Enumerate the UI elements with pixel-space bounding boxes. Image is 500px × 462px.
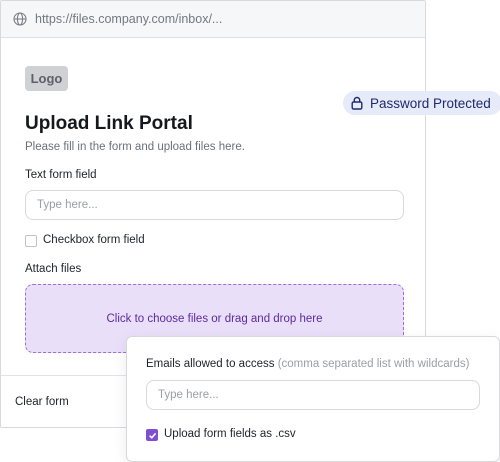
emails-label: Emails allowed to access (comma separate… bbox=[146, 358, 469, 370]
form-checkbox[interactable] bbox=[25, 235, 37, 247]
emails-hint: (comma separated list with wildcards) bbox=[277, 358, 470, 370]
password-protected-badge: Password Protected bbox=[343, 91, 500, 115]
csv-label: Upload form fields as .csv bbox=[164, 428, 296, 440]
badge-label: Password Protected bbox=[370, 95, 491, 111]
access-settings-panel: Emails allowed to access (comma separate… bbox=[126, 336, 500, 462]
logo: Logo bbox=[25, 66, 68, 91]
emails-input[interactable] bbox=[146, 380, 480, 410]
text-field-label: Text form field bbox=[25, 169, 97, 181]
checkmark-icon bbox=[148, 432, 156, 439]
attach-files-label: Attach files bbox=[25, 263, 82, 275]
text-form-input[interactable] bbox=[25, 190, 404, 220]
page-subtitle: Please fill in the form and upload files… bbox=[25, 141, 245, 153]
csv-checkbox[interactable] bbox=[146, 429, 158, 441]
address-bar[interactable]: https://files.company.com/inbox/... bbox=[1, 1, 425, 38]
lock-icon bbox=[351, 96, 363, 110]
clear-form-button[interactable]: Clear form bbox=[15, 396, 69, 408]
url-text[interactable]: https://files.company.com/inbox/... bbox=[35, 12, 222, 26]
checkbox-label: Checkbox form field bbox=[43, 234, 145, 246]
page-title: Upload Link Portal bbox=[25, 113, 193, 134]
dropzone-text: Click to choose files or drag and drop h… bbox=[106, 312, 323, 325]
globe-icon bbox=[13, 12, 27, 26]
emails-label-text: Emails allowed to access bbox=[146, 358, 275, 370]
